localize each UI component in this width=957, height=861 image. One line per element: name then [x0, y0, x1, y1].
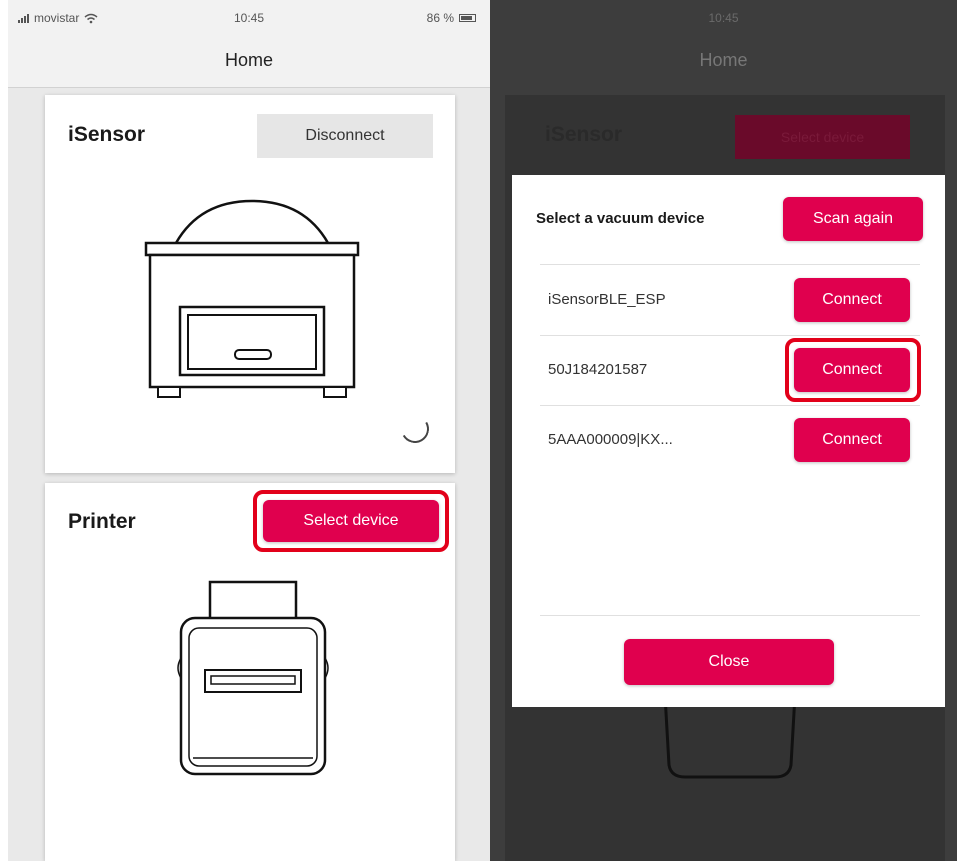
status-time: 10:45 [233, 11, 265, 25]
scan-again-button[interactable]: Scan again [783, 197, 923, 241]
loading-spinner-icon [397, 411, 433, 447]
modal-title: Select a vacuum device [536, 210, 705, 227]
left-phone-screen: movistar 10:45 86 % Home iSensor Disconn… [8, 0, 490, 861]
connect-button[interactable]: Connect [794, 278, 910, 322]
isensor-title: iSensor [545, 123, 623, 146]
device-name: iSensorBLE_ESP [548, 291, 666, 308]
device-name: 5AAA000009|KX... [548, 431, 673, 448]
divider [540, 615, 920, 616]
status-time: 10:45 [708, 11, 739, 25]
disconnect-button[interactable]: Disconnect [257, 114, 433, 158]
isensor-card: iSensor Disconnect [45, 95, 455, 473]
connect-button[interactable]: Connect [794, 348, 910, 392]
select-device-modal: Select a vacuum device Scan again iSenso… [512, 175, 945, 707]
device-row: iSensorBLE_ESP Connect [540, 265, 920, 335]
status-bar: movistar 10:45 86 % [8, 0, 490, 38]
device-name: 50J184201587 [548, 361, 648, 378]
nav-title: Home [699, 50, 748, 70]
printer-title: Printer [68, 510, 136, 533]
battery-icon [459, 14, 476, 22]
select-device-button-dimmed: Select device [735, 115, 910, 159]
vacuum-machine-illustration [144, 199, 360, 398]
connect-button[interactable]: Connect [794, 418, 910, 462]
nav-title: Home [8, 38, 490, 88]
printer-illustration [177, 580, 329, 776]
right-phone-screen: 10:45 Home iSensor Select device Select … [490, 0, 957, 861]
printer-card: Printer Select device [45, 483, 455, 861]
device-row: 50J184201587 Connect [540, 335, 921, 405]
device-row: 5AAA000009|KX... Connect [540, 405, 920, 475]
isensor-title: iSensor [68, 123, 146, 146]
status-bar: 10:45 [490, 0, 957, 38]
select-device-button[interactable]: Select device [263, 500, 439, 542]
battery-percent: 86 % [426, 11, 454, 25]
printer-illustration-dimmed [663, 695, 797, 779]
close-button[interactable]: Close [624, 639, 834, 685]
